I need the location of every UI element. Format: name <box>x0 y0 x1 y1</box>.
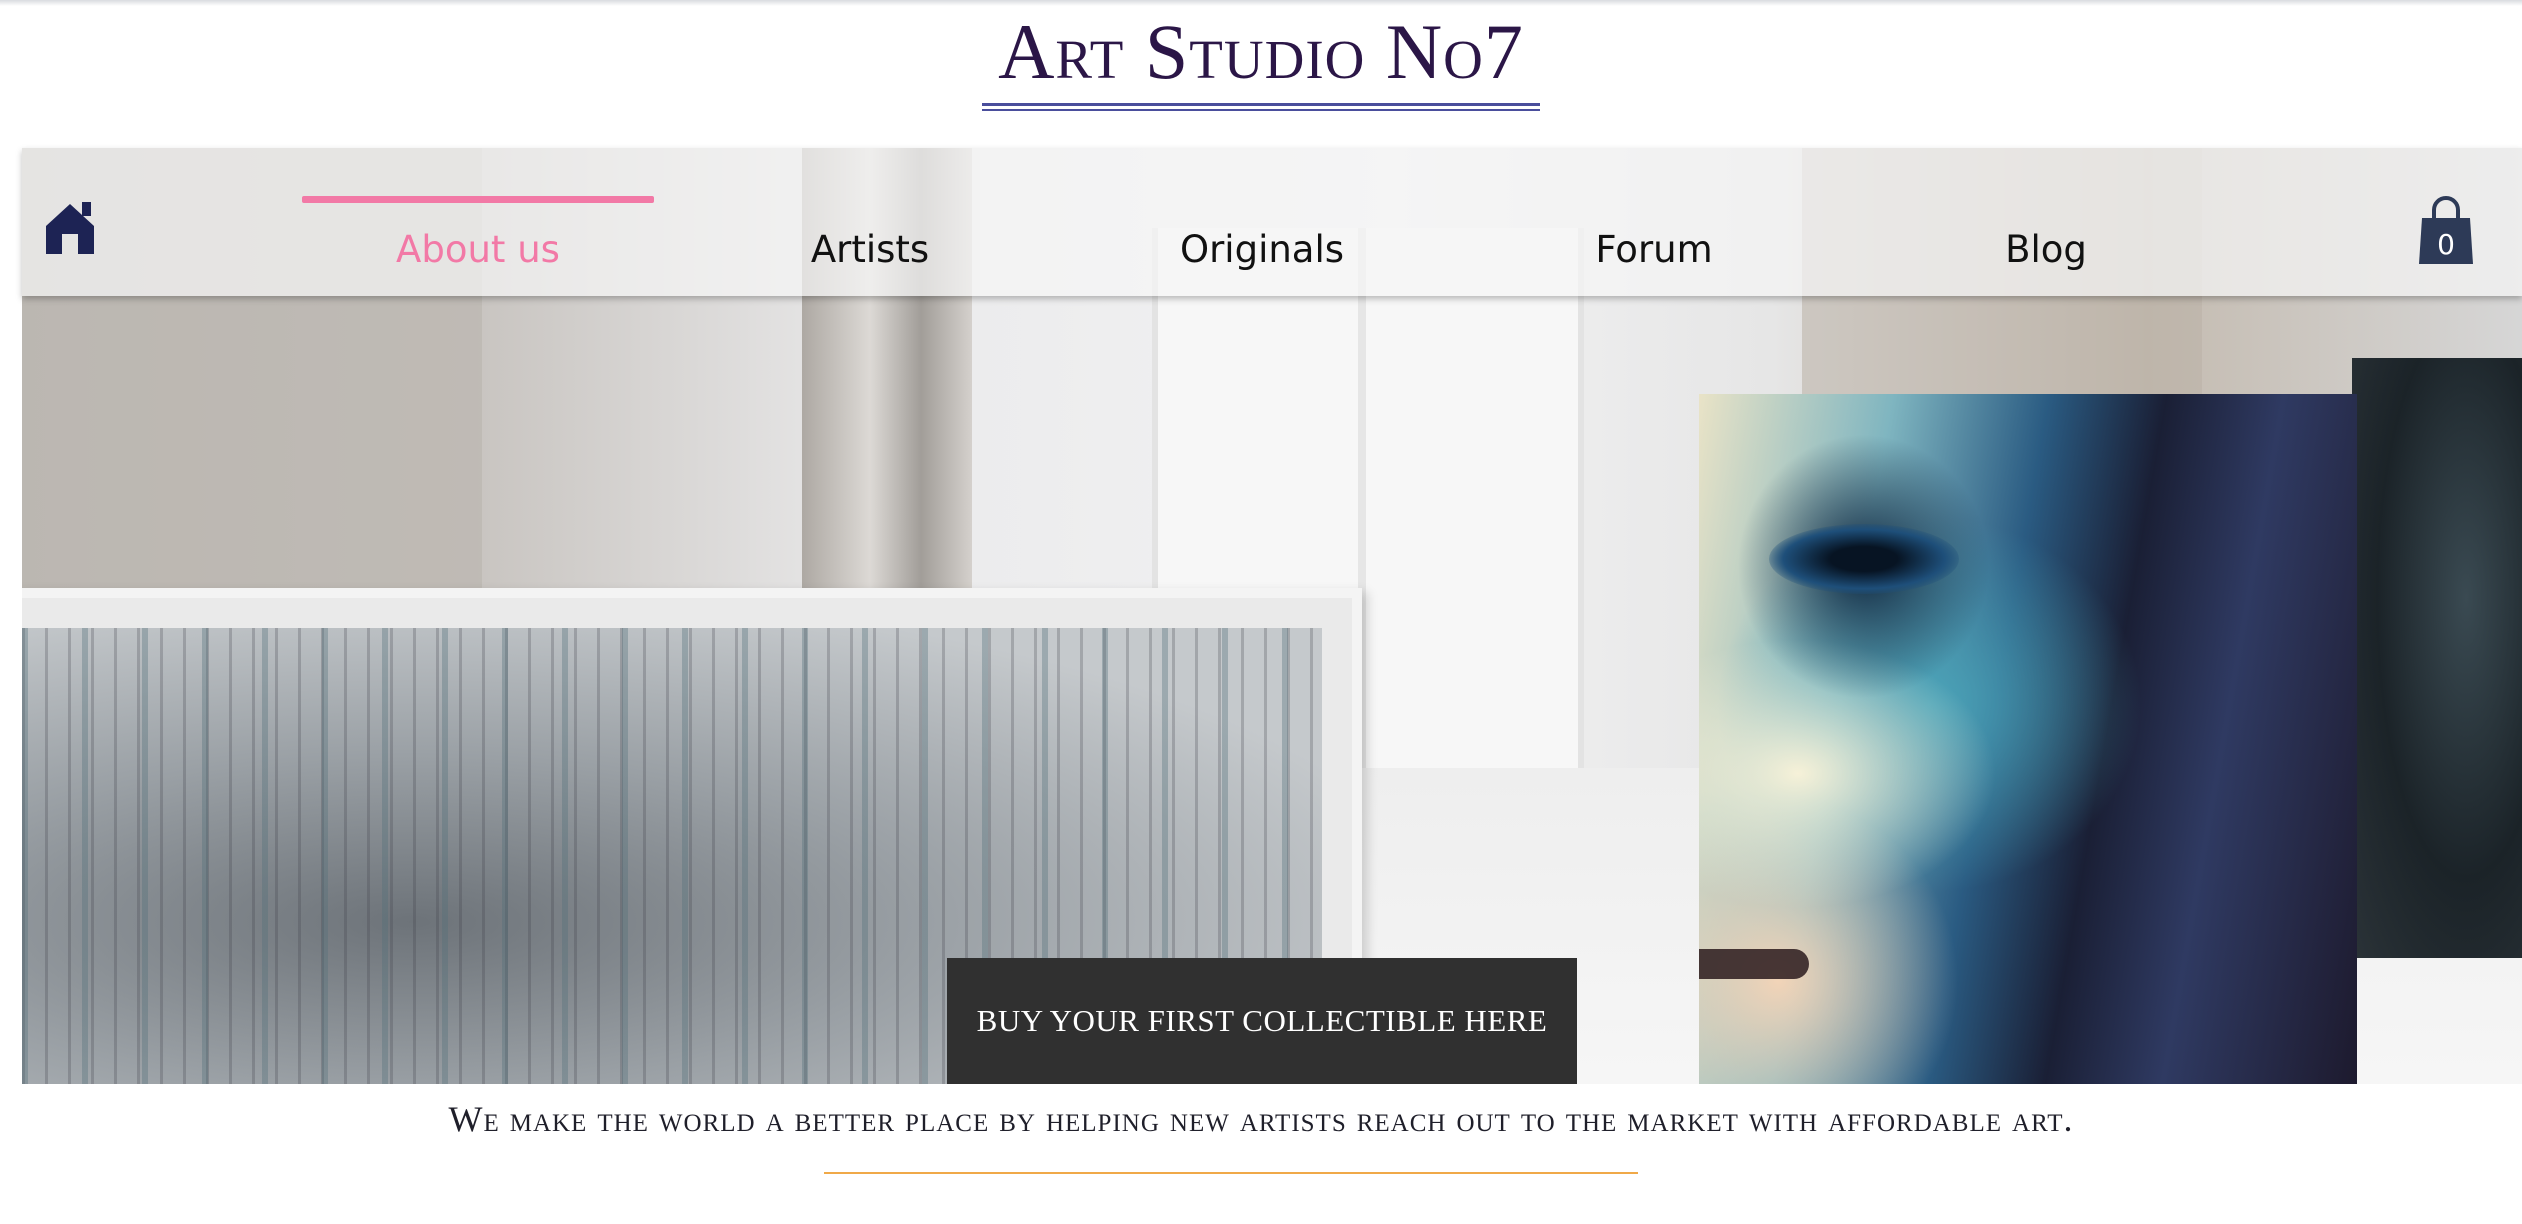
tagline: We make the world a better place by help… <box>448 1099 2074 1139</box>
site-title[interactable]: Art Studio No7 <box>0 4 2522 100</box>
portrait-mouth <box>1699 949 1809 979</box>
portrait-painting <box>1699 394 2357 1084</box>
nav-originals[interactable]: Originals <box>1086 228 1438 271</box>
portrait-eye <box>1769 524 1959 594</box>
nav-forum[interactable]: Forum <box>1478 228 1830 271</box>
nav-about-us[interactable]: About us <box>302 228 654 271</box>
home-icon[interactable] <box>42 198 98 256</box>
cart-button[interactable]: 0 <box>2417 196 2475 266</box>
main-navigation: About us Artists Originals Forum Blog 0 <box>22 148 2522 296</box>
tagline-divider <box>824 1172 1638 1174</box>
buy-collectible-button[interactable]: BUY YOUR FIRST COLLECTIBLE HERE <box>947 958 1577 1084</box>
active-nav-indicator <box>302 196 654 203</box>
title-underline-gap <box>982 106 1540 109</box>
cart-count: 0 <box>2437 228 2455 261</box>
nav-blog[interactable]: Blog <box>1870 228 2222 271</box>
background-portrait-painting <box>2352 358 2522 958</box>
nav-artists[interactable]: Artists <box>694 228 1046 271</box>
